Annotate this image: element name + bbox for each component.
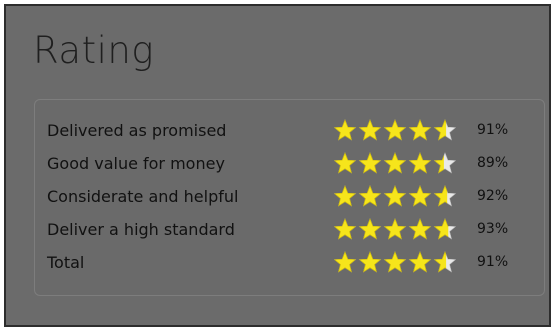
star-icon <box>358 152 382 174</box>
panel-title: Rating <box>33 29 155 72</box>
star-icon <box>358 251 382 273</box>
star-icon <box>408 218 432 240</box>
star-icon <box>408 119 432 141</box>
star-icon <box>383 185 407 207</box>
star-icon <box>408 251 432 273</box>
star-icon <box>358 185 382 207</box>
star-icon <box>334 218 357 240</box>
star-icon <box>334 251 357 273</box>
star-icon <box>408 185 432 207</box>
rating-row-delivered: Delivered as promised 91% <box>47 119 537 143</box>
stars-graphic <box>334 185 456 207</box>
star-icon <box>383 218 407 240</box>
rating-panel: Rating Delivered as promised 91% Good va… <box>4 4 551 327</box>
rating-label: Considerate and helpful <box>47 187 239 206</box>
stars-graphic <box>334 119 456 141</box>
star-rating <box>334 218 469 242</box>
stars-graphic <box>334 218 456 240</box>
rating-percent: 93% <box>477 221 509 237</box>
rating-percent: 91% <box>477 122 509 138</box>
rating-label: Delivered as promised <box>47 121 227 140</box>
star-rating <box>334 185 469 209</box>
star-icon <box>433 251 456 273</box>
star-icon <box>358 119 382 141</box>
star-rating <box>334 119 469 143</box>
rating-label: Good value for money <box>47 154 225 173</box>
star-icon <box>358 218 382 240</box>
rating-row-total: Total 91% <box>47 251 537 275</box>
rating-list: Delivered as promised 91% Good value for… <box>34 99 545 296</box>
rating-row-value: Good value for money 89% <box>47 152 537 176</box>
star-icon <box>433 185 456 207</box>
star-icon <box>334 119 357 141</box>
rating-percent: 92% <box>477 188 509 204</box>
rating-percent: 89% <box>477 155 509 171</box>
star-icon <box>334 185 357 207</box>
star-icon <box>433 218 456 240</box>
star-icon <box>383 251 407 273</box>
stars-graphic <box>334 152 456 174</box>
star-icon <box>383 152 407 174</box>
star-rating <box>334 251 469 275</box>
star-rating <box>334 152 469 176</box>
star-icon <box>383 119 407 141</box>
star-icon <box>433 119 456 141</box>
star-icon <box>334 152 357 174</box>
star-icon <box>433 152 456 174</box>
star-icon <box>408 152 432 174</box>
stars-graphic <box>334 251 456 273</box>
rating-row-considerate: Considerate and helpful 92% <box>47 185 537 209</box>
rating-percent: 91% <box>477 254 509 270</box>
rating-label: Deliver a high standard <box>47 220 235 239</box>
rating-row-standard: Deliver a high standard 93% <box>47 218 537 242</box>
rating-label: Total <box>47 253 85 272</box>
